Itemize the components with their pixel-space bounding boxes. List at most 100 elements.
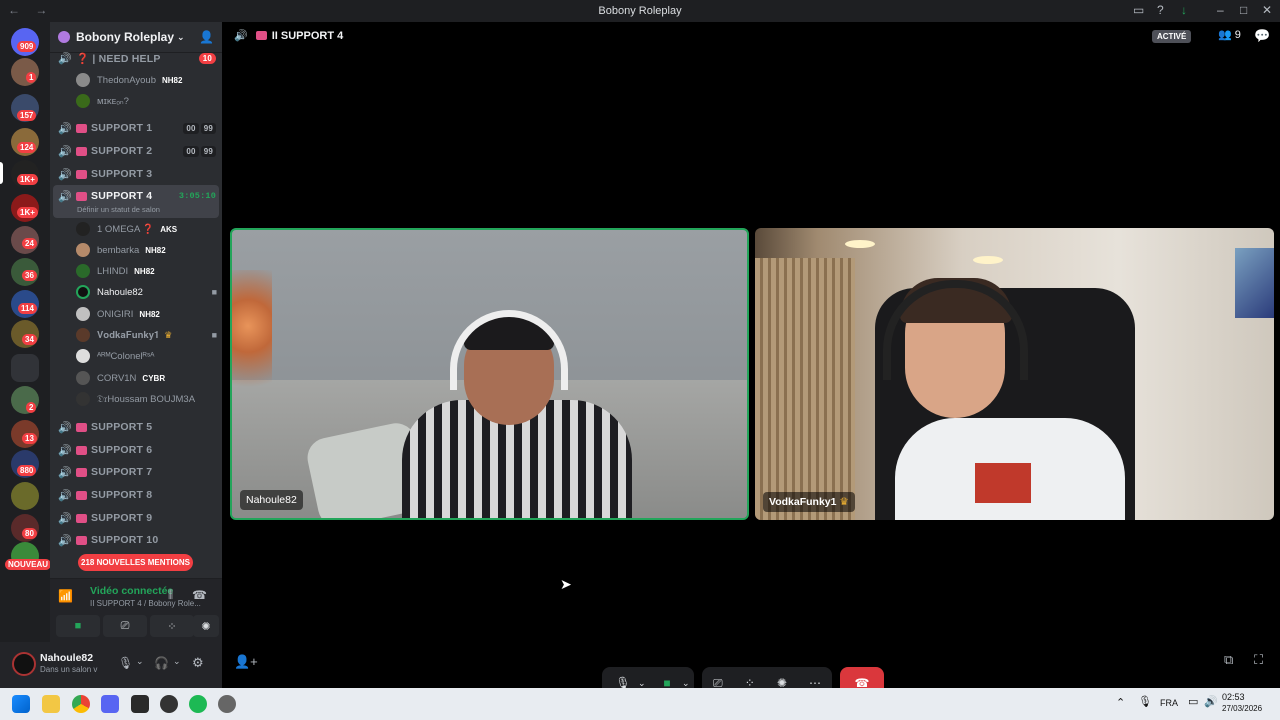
- avatar: [76, 94, 90, 108]
- voice-member[interactable]: 𝔇𝔯Houssam BOUJM3A: [76, 389, 221, 409]
- network-icon[interactable]: ▭: [1188, 695, 1198, 708]
- channel-support-7[interactable]: 🔊 SUPPORT 7: [58, 462, 216, 482]
- headphones-icon[interactable]: 🎧: [154, 656, 169, 670]
- video-tile[interactable]: Nahoule82: [230, 228, 749, 520]
- chevron-down-icon[interactable]: ⌄: [136, 656, 144, 667]
- member-name: LHINDI: [97, 265, 129, 277]
- folder-icon[interactable]: [11, 354, 39, 382]
- inbox-icon[interactable]: ▭: [1133, 3, 1144, 17]
- avatar: [76, 371, 90, 385]
- channel-support-9[interactable]: 🔊 SUPPORT 9: [58, 508, 216, 528]
- video-tile[interactable]: VodkaFunky1 ♛: [755, 228, 1274, 520]
- close-window-button[interactable]: ✕: [1262, 3, 1272, 17]
- server-icon[interactable]: [11, 58, 39, 86]
- chevron-up-icon[interactable]: ⌃: [1116, 696, 1125, 709]
- new-mentions-button[interactable]: 218 NOUVELLES MENTIONS: [78, 554, 193, 571]
- channel-tag-icon: [255, 31, 267, 40]
- chevron-down-icon[interactable]: ⌄: [638, 678, 652, 689]
- voice-member[interactable]: bembarka NH82: [76, 240, 221, 260]
- member-name: 1 ΟΜΕGΑ ❓: [97, 223, 155, 235]
- app-icon[interactable]: [160, 695, 178, 713]
- channel-support-5[interactable]: 🔊 SUPPORT 5: [58, 417, 216, 437]
- spotify-icon[interactable]: [189, 695, 207, 713]
- channel-tag-icon: [76, 535, 87, 545]
- member-role: NH82: [134, 266, 155, 276]
- voice-location[interactable]: II SUPPORT 4 / Bobony Role...: [90, 599, 201, 608]
- people-icon: 👥: [1218, 29, 1235, 41]
- server-badge: 157: [17, 110, 37, 121]
- voice-member[interactable]: ᴬᴿᴹColonelᴿˢᴬ: [76, 346, 221, 366]
- voice-member[interactable]: ONIGIRI NH82: [76, 304, 221, 324]
- file-explorer-icon[interactable]: [42, 695, 60, 713]
- server-badge: 124: [17, 142, 37, 153]
- server-icon[interactable]: [11, 482, 39, 510]
- add-member-icon[interactable]: 👤: [199, 30, 214, 44]
- chat-icon[interactable]: 💬: [1254, 28, 1270, 44]
- channel-support-3[interactable]: 🔊 SUPPORT 3: [58, 164, 216, 184]
- participants[interactable]: 👥 9: [1218, 28, 1241, 41]
- channel-support-10[interactable]: 🔊 SUPPORT 10: [58, 530, 216, 550]
- start-icon[interactable]: [12, 695, 30, 713]
- voice-member[interactable]: CORV1N CYBR: [76, 368, 221, 388]
- voice-member[interactable]: 𝐕𝐨𝐝𝐤𝐚𝐅𝐮𝐧𝐤𝐲𝟏 ♛ ■: [76, 325, 221, 345]
- chrome-icon[interactable]: [72, 695, 90, 713]
- tile-name-tag: Nahoule82: [240, 490, 303, 510]
- member-name: ONIGIRI: [97, 308, 134, 320]
- channel-support-4[interactable]: 🔊 SUPPORT 4 3:05:10: [58, 186, 216, 206]
- settings-gear-icon[interactable]: ⚙: [192, 655, 204, 671]
- language-indicator[interactable]: FRA: [1160, 698, 1178, 708]
- camera-button[interactable]: ■: [56, 615, 100, 637]
- channel-support-6[interactable]: 🔊 SUPPORT 6: [58, 440, 216, 460]
- microphone-icon[interactable]: 🎙: [118, 656, 133, 670]
- app-icon[interactable]: [131, 695, 149, 713]
- voice-member-self[interactable]: Nahoule82 ■: [76, 282, 221, 302]
- disconnect-icon[interactable]: ☎: [192, 588, 207, 602]
- voice-member[interactable]: LHINDI NH82: [76, 261, 221, 281]
- download-icon[interactable]: ↓: [1181, 3, 1187, 17]
- avatar[interactable]: [12, 652, 36, 676]
- video-icon: ■: [211, 287, 217, 297]
- noise-suppression-icon[interactable]: ⫼: [168, 589, 173, 602]
- voice-member[interactable]: ThedonAyoub NH82: [76, 70, 221, 90]
- speaker-icon: 🔊: [58, 421, 72, 434]
- signal-icon[interactable]: 📶: [58, 589, 73, 603]
- server-badge: 24: [22, 238, 37, 249]
- minimize-button[interactable]: –: [1217, 3, 1224, 17]
- tile-name: VodkaFunky1: [769, 496, 837, 508]
- screen-share-button[interactable]: ⎚: [103, 615, 147, 637]
- chevron-down-icon: ⌄: [177, 31, 185, 42]
- fullscreen-icon[interactable]: ⛶: [1254, 652, 1263, 668]
- channel-user-count: 00: [183, 122, 199, 134]
- invite-icon[interactable]: 👤+: [234, 654, 258, 670]
- microphone-icon[interactable]: 🎙: [1138, 695, 1152, 708]
- channel-support-2[interactable]: 🔊 SUPPORT 2 00 99: [58, 141, 216, 161]
- chevron-down-icon[interactable]: ⌄: [682, 678, 694, 689]
- back-forward-icon[interactable]: ← →: [8, 3, 53, 17]
- discord-icon[interactable]: [101, 695, 119, 713]
- channel-need-help[interactable]: 🔊 ❓ | NEED HELP 10: [58, 48, 216, 68]
- windows-taskbar: ⌃ 🎙 FRA ▭ 🔊 02:53 27/03/2026: [0, 688, 1280, 720]
- maximize-button[interactable]: □: [1240, 3, 1247, 17]
- member-role: NH82: [145, 245, 166, 255]
- channel-support-8[interactable]: 🔊 SUPPORT 8: [58, 485, 216, 505]
- server-badge: 80: [22, 528, 37, 539]
- ceiling-light-shape: [973, 256, 1003, 264]
- activities-button[interactable]: ⁘: [150, 615, 194, 637]
- channel-label: SUPPORT 3: [91, 168, 153, 180]
- clock-date[interactable]: 27/03/2026: [1222, 704, 1262, 713]
- voice-member[interactable]: ᴍɪᴋᴇₒₙ?: [76, 91, 221, 111]
- channel-status[interactable]: Définir un statut de salon: [77, 205, 160, 214]
- activity-badge[interactable]: ACTIVÉ: [1152, 30, 1192, 43]
- speaker-icon: 🔊: [58, 534, 72, 547]
- voice-member[interactable]: 1 ΟΜΕGΑ ❓ AKS: [76, 219, 221, 239]
- channel-label: SUPPORT 9: [91, 512, 153, 524]
- channel-label: SUPPORT 10: [91, 534, 159, 546]
- help-icon[interactable]: ?: [1157, 3, 1164, 17]
- volume-icon[interactable]: 🔊: [1204, 695, 1218, 708]
- channel-support-1[interactable]: 🔊 SUPPORT 1 00 99: [58, 118, 216, 138]
- popout-icon[interactable]: ⧉: [1224, 652, 1233, 668]
- settings-icon[interactable]: [218, 695, 236, 713]
- soundboard-button[interactable]: ✺: [193, 615, 219, 637]
- clock-time[interactable]: 02:53: [1222, 692, 1245, 702]
- chevron-down-icon[interactable]: ⌄: [173, 656, 181, 667]
